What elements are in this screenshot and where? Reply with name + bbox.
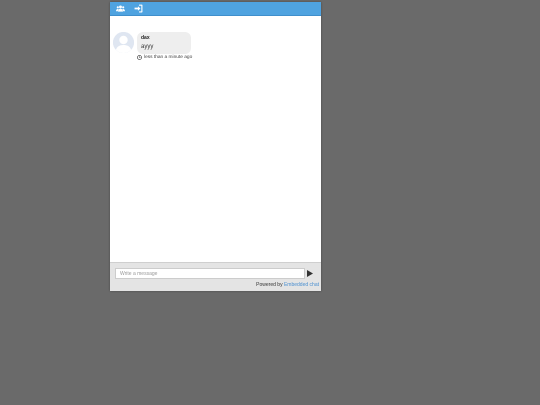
play-triangle-icon (307, 270, 313, 277)
chat-footer: Powered by Embedded chat (110, 262, 321, 291)
message-author: dax (141, 35, 150, 41)
message-text: ayyy (141, 44, 154, 50)
chat-window: dax ayyy less than a minute ago Powered … (110, 2, 321, 291)
powered-by-text: Powered by (256, 282, 283, 288)
embedded-chat-link[interactable]: Embedded chat (284, 282, 319, 288)
timestamp-text: less than a minute ago (144, 55, 193, 60)
clock-icon (137, 55, 142, 60)
default-avatar-icon (113, 32, 134, 53)
message-list: dax ayyy less than a minute ago (110, 16, 321, 262)
message-timestamp: less than a minute ago (137, 55, 192, 60)
avatar (113, 32, 134, 53)
users-icon[interactable] (115, 4, 125, 14)
message-bubble: dax ayyy (137, 32, 191, 54)
message-input[interactable] (115, 268, 305, 279)
powered-by: Powered by Embedded chat (256, 282, 319, 288)
sign-out-icon[interactable] (133, 4, 143, 14)
chat-toolbar (110, 2, 321, 16)
send-button[interactable] (306, 269, 314, 278)
